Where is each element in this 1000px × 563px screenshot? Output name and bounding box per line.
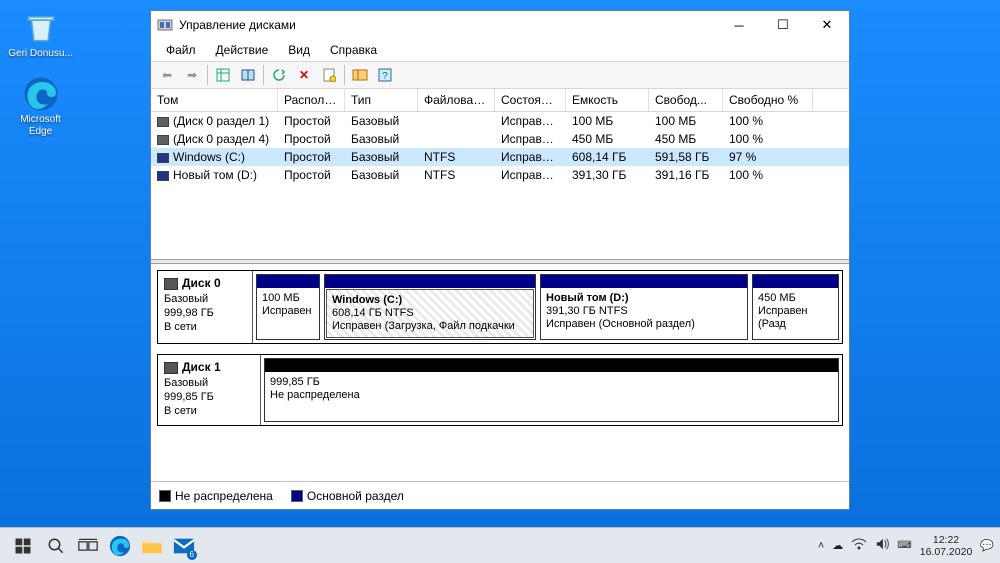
menu-file[interactable]: Файл xyxy=(157,41,205,59)
disk-block[interactable]: Диск 1Базовый999,85 ГБВ сети999,85 ГБНе … xyxy=(157,354,843,426)
tool-button-3[interactable] xyxy=(348,64,372,86)
toolbar: ⬅ ➡ ✕ ? xyxy=(151,61,849,89)
onedrive-icon[interactable]: ☁ xyxy=(832,539,843,552)
clock[interactable]: 12:2216.07.2020 xyxy=(920,534,973,558)
partition[interactable]: Windows (C:)608,14 ГБ NTFSИсправен (Загр… xyxy=(324,274,536,340)
partition[interactable]: 100 МБИсправен xyxy=(256,274,320,340)
partition[interactable]: 999,85 ГБНе распределена xyxy=(264,358,839,422)
tool-button-2[interactable] xyxy=(236,64,260,86)
start-button[interactable] xyxy=(6,531,40,561)
col-vol[interactable]: Том xyxy=(151,89,278,111)
disk-block[interactable]: Диск 0Базовый999,98 ГБВ сети100 МБИсправ… xyxy=(157,270,843,344)
legend-unalloc: Не распределена xyxy=(159,489,273,503)
refresh-button[interactable] xyxy=(267,64,291,86)
window-title: Управление дисками xyxy=(179,18,717,32)
partition[interactable]: 450 МБИсправен (Разд xyxy=(752,274,839,340)
col-status[interactable]: Состояние xyxy=(495,89,566,111)
menubar: Файл Действие Вид Справка xyxy=(151,39,849,61)
tray-chevron-icon[interactable]: ˄ xyxy=(818,540,824,552)
task-view-icon[interactable] xyxy=(74,531,102,561)
app-icon xyxy=(157,17,173,33)
language-icon[interactable]: ⌨ xyxy=(897,540,911,551)
titlebar[interactable]: Управление дисками ─ ☐ ✕ xyxy=(151,11,849,39)
col-free[interactable]: Свобод... xyxy=(649,89,723,111)
disk-management-window: Управление дисками ─ ☐ ✕ Файл Действие В… xyxy=(150,10,850,510)
graphical-view[interactable]: Диск 0Базовый999,98 ГБВ сети100 МБИсправ… xyxy=(151,264,849,481)
svg-text:?: ? xyxy=(382,71,388,82)
help-button[interactable]: ? xyxy=(373,64,397,86)
wifi-icon[interactable] xyxy=(851,538,867,553)
volume-list-header[interactable]: Том Располо... Тип Файловая с... Состоян… xyxy=(151,89,849,112)
volume-row[interactable]: Новый том (D:)ПростойБазовыйNTFSИсправен… xyxy=(151,166,849,184)
forward-button[interactable]: ➡ xyxy=(180,64,204,86)
taskbar[interactable]: 6 ˄ ☁ ⌨ 12:2216.07.2020 💬 xyxy=(0,527,1000,563)
col-cap[interactable]: Емкость xyxy=(566,89,649,111)
col-pct[interactable]: Свободно % xyxy=(723,89,813,111)
desktop-icons: Geri Donusu... Microsoft Edge xyxy=(8,8,73,152)
explorer-icon[interactable] xyxy=(138,531,166,561)
legend-primary: Основной раздел xyxy=(291,489,404,503)
volume-row[interactable]: Windows (C:)ПростойБазовыйNTFSИсправен..… xyxy=(151,148,849,166)
volume-icon[interactable] xyxy=(875,537,889,554)
menu-view[interactable]: Вид xyxy=(279,41,319,59)
tool-button-1[interactable] xyxy=(211,64,235,86)
mail-icon[interactable]: 6 xyxy=(170,531,198,561)
col-layout[interactable]: Располо... xyxy=(278,89,345,111)
minimize-button[interactable]: ─ xyxy=(717,11,761,39)
col-type[interactable]: Тип xyxy=(345,89,418,111)
back-button[interactable]: ⬅ xyxy=(155,64,179,86)
menu-action[interactable]: Действие xyxy=(207,41,278,59)
close-button[interactable]: ✕ xyxy=(805,11,849,39)
menu-help[interactable]: Справка xyxy=(321,41,386,59)
system-tray[interactable]: ˄ ☁ ⌨ 12:2216.07.2020 💬 xyxy=(818,534,994,558)
notification-icon[interactable]: 💬 xyxy=(980,539,994,552)
partition[interactable]: Новый том (D:)391,30 ГБ NTFSИсправен (Ос… xyxy=(540,274,748,340)
delete-button[interactable]: ✕ xyxy=(292,64,316,86)
disk-info: Диск 1Базовый999,85 ГБВ сети xyxy=(158,355,261,425)
properties-button[interactable] xyxy=(317,64,341,86)
maximize-button[interactable]: ☐ xyxy=(761,11,805,39)
edge-icon[interactable]: Microsoft Edge xyxy=(8,74,73,138)
search-icon[interactable] xyxy=(42,531,70,561)
recycle-bin-icon[interactable]: Geri Donusu... xyxy=(8,8,73,60)
disk-info: Диск 0Базовый999,98 ГБВ сети xyxy=(158,271,253,343)
volume-row[interactable]: (Диск 0 раздел 1)ПростойБазовыйИсправен.… xyxy=(151,112,849,130)
col-fs[interactable]: Файловая с... xyxy=(418,89,495,111)
volume-list[interactable]: Том Располо... Тип Файловая с... Состоян… xyxy=(151,89,849,259)
volume-row[interactable]: (Диск 0 раздел 4)ПростойБазовыйИсправен.… xyxy=(151,130,849,148)
edge-taskbar-icon[interactable] xyxy=(106,531,134,561)
legend: Не распределена Основной раздел xyxy=(151,481,849,509)
